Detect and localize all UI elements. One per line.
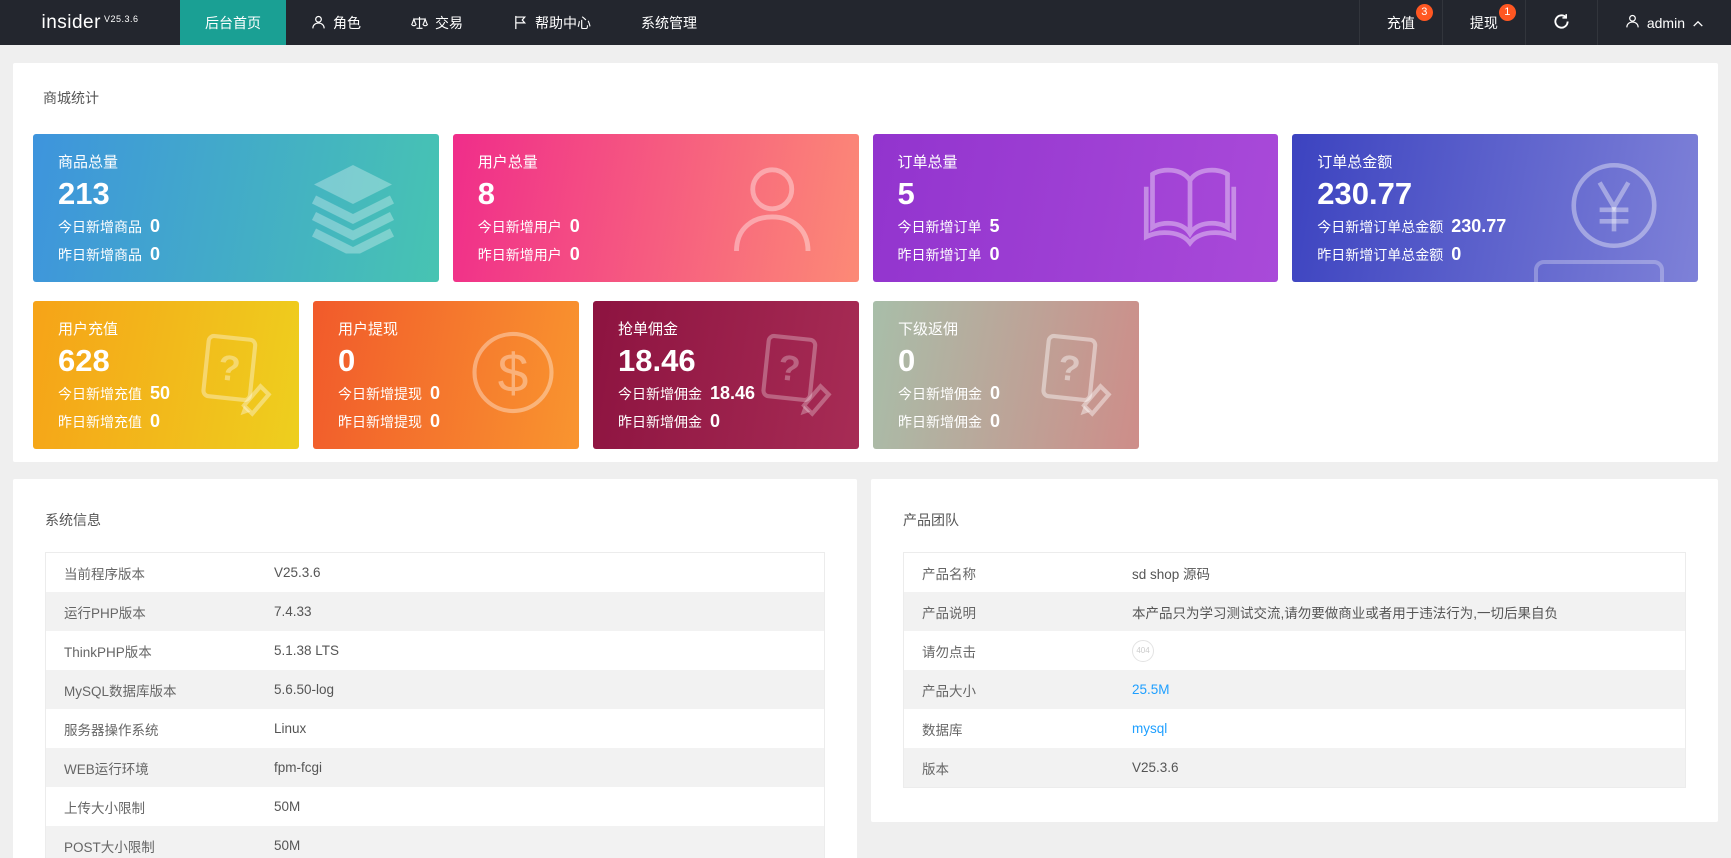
user-icon xyxy=(717,154,821,263)
system-info-table: 当前程序版本V25.3.6 运行PHP版本7.4.33 ThinkPHP版本5.… xyxy=(45,552,825,858)
nav-item-label: 系统管理 xyxy=(641,13,697,33)
table-row: MySQL数据库版本5.6.50-log xyxy=(46,670,824,709)
book-icon xyxy=(1140,156,1240,261)
table-row: 版本V25.3.6 xyxy=(904,748,1685,787)
table-row: WEB运行环境fpm-fcgi xyxy=(46,748,824,787)
svg-text:?: ? xyxy=(1056,347,1082,389)
table-row: POST大小限制50M xyxy=(46,826,824,858)
table-row: 上传大小限制50M xyxy=(46,787,824,826)
svg-text:?: ? xyxy=(216,347,242,389)
withdraw-label: 提现 xyxy=(1470,13,1498,33)
table-row: 服务器操作系统Linux xyxy=(46,709,824,748)
bottom-section: 系统信息 当前程序版本V25.3.6 运行PHP版本7.4.33 ThinkPH… xyxy=(13,479,1718,858)
stats-heading: 商城统计 xyxy=(43,88,1698,108)
database-link[interactable]: mysql xyxy=(1132,721,1181,736)
refresh-button[interactable] xyxy=(1525,0,1597,45)
decorative-shape xyxy=(1534,260,1664,282)
stat-card-product-total: 商品总量 213 今日新增商品0 昨日新增商品0 xyxy=(33,134,439,282)
stat-card-user-recharge: 用户充值 628 今日新增充值50 昨日新增充值0 ? xyxy=(33,301,299,449)
product-team-panel: 产品团队 产品名称sd shop 源码 产品说明本产品只为学习测试交流,请勿要做… xyxy=(871,479,1718,822)
doc-question-icon: ? xyxy=(1029,329,1117,422)
stats-row-2: 用户充值 628 今日新增充值50 昨日新增充值0 ? 用户提现 0 今日新增提… xyxy=(33,301,1698,449)
stat-card-user-withdraw: 用户提现 0 今日新增提现0 昨日新增提现0 $ xyxy=(313,301,579,449)
nav-item-help[interactable]: 帮助中心 xyxy=(488,0,616,45)
nav-item-label: 交易 xyxy=(435,13,463,33)
nav-item-label: 角色 xyxy=(333,13,361,33)
stat-card-order-amount: 订单总金额 230.77 今日新增订单总金额230.77 昨日新增订单总金额0 xyxy=(1292,134,1698,282)
navbar-right: 充值 3 提现 1 admin xyxy=(1359,0,1731,45)
refresh-icon xyxy=(1553,13,1570,33)
stat-card-user-total: 用户总量 8 今日新增用户0 昨日新增用户0 xyxy=(453,134,859,282)
table-row: 数据库mysql xyxy=(904,709,1685,748)
stat-card-grab-commission: 抢单佣金 18.46 今日新增佣金18.46 昨日新增佣金0 ? xyxy=(593,301,859,449)
product-size-link[interactable]: 25.5M xyxy=(1132,682,1184,697)
dollar-icon: $ xyxy=(469,329,557,422)
withdraw-button[interactable]: 提现 1 xyxy=(1442,0,1525,45)
table-row: 产品大小25.5M xyxy=(904,670,1685,709)
nav-item-label: 后台首页 xyxy=(205,13,261,33)
product-team-table: 产品名称sd shop 源码 产品说明本产品只为学习测试交流,请勿要做商业或者用… xyxy=(903,552,1686,788)
yen-icon xyxy=(1568,160,1660,257)
nav-item-trade[interactable]: 交易 xyxy=(386,0,488,45)
app-logo: insider V25.3.6 xyxy=(0,0,180,45)
main-content: 商城统计 商品总量 213 今日新增商品0 昨日新增商品0 用户总量 8 今日新… xyxy=(0,45,1731,858)
stats-row-1: 商品总量 213 今日新增商品0 昨日新增商品0 用户总量 8 今日新增用户0 … xyxy=(33,134,1698,282)
broken-image-404-badge[interactable]: 404 xyxy=(1132,640,1154,662)
table-row: 当前程序版本V25.3.6 xyxy=(46,553,824,592)
table-row: 产品名称sd shop 源码 xyxy=(904,553,1685,592)
app-version: V25.3.6 xyxy=(104,14,139,24)
stat-card-sub-rebate: 下级返佣 0 今日新增佣金0 昨日新增佣金0 ? xyxy=(873,301,1139,449)
svg-text:?: ? xyxy=(776,347,802,389)
table-row: 产品说明本产品只为学习测试交流,请勿要做商业或者用于违法行为,一切后果自负 xyxy=(904,592,1685,631)
nav-item-roles[interactable]: 角色 xyxy=(286,0,386,45)
table-row: 请勿点击404 xyxy=(904,631,1685,670)
doc-question-icon: ? xyxy=(189,329,277,422)
product-team-heading: 产品团队 xyxy=(903,510,1686,530)
scales-icon xyxy=(411,15,428,31)
user-icon xyxy=(311,15,326,30)
app-name: insider xyxy=(41,12,100,34)
main-menu: 后台首页 角色 交易 帮助中心 系统管理 xyxy=(180,0,722,45)
flag-icon xyxy=(513,15,528,30)
recharge-badge: 3 xyxy=(1416,4,1433,21)
layers-icon xyxy=(305,158,401,259)
chevron-up-icon xyxy=(1692,15,1704,31)
stat-card-order-total: 订单总量 5 今日新增订单5 昨日新增订单0 xyxy=(873,134,1279,282)
doc-question-icon: ? xyxy=(749,329,837,422)
nav-item-system[interactable]: 系统管理 xyxy=(616,0,722,45)
nav-item-dashboard[interactable]: 后台首页 xyxy=(180,0,286,45)
system-info-heading: 系统信息 xyxy=(45,510,825,530)
nav-item-label: 帮助中心 xyxy=(535,13,591,33)
system-info-panel: 系统信息 当前程序版本V25.3.6 运行PHP版本7.4.33 ThinkPH… xyxy=(13,479,857,858)
table-row: ThinkPHP版本5.1.38 LTS xyxy=(46,631,824,670)
top-navbar: insider V25.3.6 后台首页 角色 交易 帮助中心 系统管理 xyxy=(0,0,1731,45)
recharge-button[interactable]: 充值 3 xyxy=(1359,0,1442,45)
svg-text:$: $ xyxy=(498,342,529,404)
withdraw-badge: 1 xyxy=(1499,4,1516,21)
user-menu[interactable]: admin xyxy=(1597,0,1731,45)
username: admin xyxy=(1647,15,1685,31)
table-row: 运行PHP版本7.4.33 xyxy=(46,592,824,631)
stats-panel: 商城统计 商品总量 213 今日新增商品0 昨日新增商品0 用户总量 8 今日新… xyxy=(13,63,1718,462)
user-icon xyxy=(1625,14,1640,32)
recharge-label: 充值 xyxy=(1387,13,1415,33)
